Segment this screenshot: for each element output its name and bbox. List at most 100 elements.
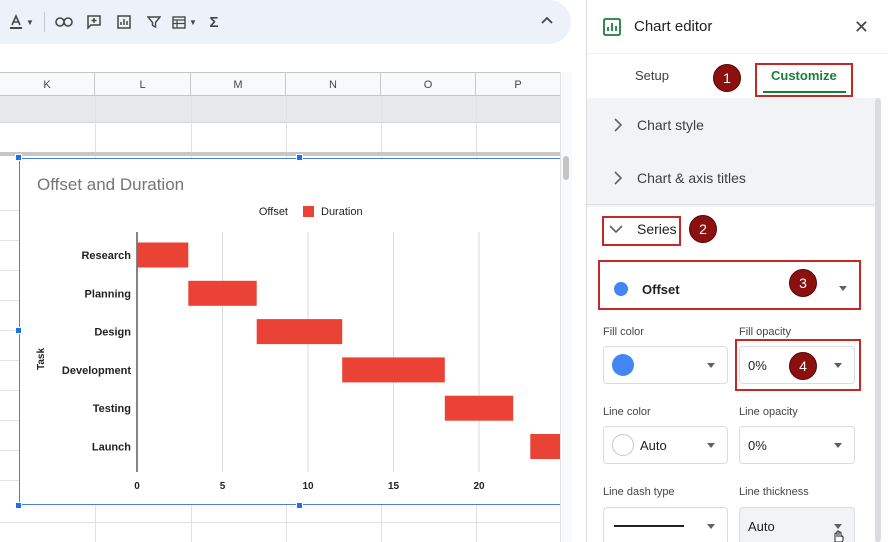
sheet-scrollbar-thumb[interactable] (563, 156, 569, 180)
chart-plot: 051015202TaskResearchPlanningDesignDevel… (36, 206, 560, 492)
toolbar: ▼ ▼ Σ (0, 0, 571, 44)
resize-handle[interactable] (296, 502, 303, 509)
insert-link-button[interactable] (51, 8, 77, 36)
chart-editor-header: Chart editor ✕ (587, 0, 888, 54)
column-header-n[interactable]: N (286, 73, 381, 96)
column-header-row: K L M N O P (0, 72, 560, 96)
filter-views-button[interactable]: ▼ (171, 8, 197, 36)
functions-button[interactable]: Σ (201, 8, 227, 36)
line-dash-dropdown[interactable] (603, 507, 728, 542)
chart-editor-title: Chart editor (634, 18, 713, 35)
line-thickness-label: Line thickness (739, 486, 809, 498)
x-tick-label: 5 (220, 481, 226, 492)
resize-handle[interactable] (15, 327, 22, 334)
insert-chart-button[interactable] (111, 8, 137, 36)
legend-label-duration: Duration (321, 206, 363, 218)
line-color-dropdown[interactable]: Auto (603, 426, 728, 464)
comment-icon (87, 15, 101, 30)
duration-bar (188, 280, 257, 306)
filter-icon (147, 16, 161, 29)
fill-color-label: Fill color (603, 326, 644, 338)
line-opacity-value: 0% (748, 437, 767, 453)
y-tick-label: Launch (92, 442, 131, 454)
column-header-m[interactable]: M (191, 73, 286, 96)
section-label: Chart style (637, 116, 704, 133)
functions-icon: Σ (209, 13, 219, 31)
column-header-p[interactable]: P (476, 73, 560, 96)
tab-setup[interactable]: Setup (635, 68, 669, 83)
y-tick-label: Development (62, 365, 131, 377)
section-chart-style[interactable]: Chart style (587, 98, 875, 151)
offset-bar (137, 434, 530, 459)
editor-scrollbar[interactable] (875, 98, 881, 542)
section-chart-axis-titles[interactable]: Chart & axis titles (587, 152, 875, 205)
duration-bar (137, 242, 189, 268)
legend-label-offset: Offset (259, 206, 288, 218)
chevron-down-icon: ▼ (26, 17, 34, 27)
step-badge: 1 (713, 64, 741, 92)
column-header-o[interactable]: O (381, 73, 476, 96)
collapse-icon (541, 16, 553, 24)
duration-bar (530, 434, 560, 459)
chevron-down-icon: ▼ (189, 17, 197, 27)
chevron-right-icon (614, 117, 623, 132)
link-icon (55, 17, 73, 27)
resize-handle[interactable] (15, 154, 22, 161)
editor-tabs: Setup Customize 1 (587, 54, 888, 98)
duration-bar (342, 357, 445, 383)
chevron-down-icon (707, 363, 715, 368)
y-tick-label: Design (94, 327, 131, 339)
x-tick-label: 10 (302, 481, 314, 492)
y-tick-label: Planning (85, 288, 131, 300)
legend-swatch-duration (303, 206, 314, 217)
offset-bar (137, 281, 188, 306)
text-color-button[interactable]: ▼ (8, 8, 34, 36)
resize-handle[interactable] (15, 502, 22, 509)
duration-bar (256, 319, 343, 345)
collapse-toolbar-button[interactable] (541, 11, 553, 27)
column-header-l[interactable]: L (95, 73, 191, 96)
insert-comment-button[interactable] (81, 8, 107, 36)
line-opacity-label: Line opacity (739, 406, 798, 418)
step-badge: 2 (689, 215, 717, 243)
line-opacity-dropdown[interactable]: 0% (739, 426, 855, 464)
chevron-down-icon (834, 443, 842, 448)
hand-cursor-icon (834, 530, 844, 542)
line-dash-label: Line dash type (603, 486, 675, 498)
frozen-rows-divider[interactable] (0, 152, 560, 156)
close-icon[interactable]: ✕ (854, 17, 869, 38)
step-badge: 4 (789, 352, 817, 380)
series-section: Series 2 Offset 3 Fill color Fill opacit… (587, 207, 875, 542)
line-color-value: Auto (640, 437, 667, 453)
filter-button[interactable] (141, 8, 167, 36)
grid-line (0, 522, 560, 523)
fill-color-dropdown[interactable] (603, 346, 728, 384)
offset-bar (137, 396, 445, 421)
x-tick-label: 0 (134, 481, 140, 492)
text-color-icon (10, 14, 23, 29)
chart-icon (117, 15, 131, 29)
line-thickness-value: Auto (748, 518, 775, 534)
y-axis-label: Task (36, 348, 47, 370)
chart-icon (603, 17, 621, 36)
spreadsheet-area: ▼ ▼ Σ K L M N O P Offset and Duration 0 … (0, 0, 586, 542)
highlight-box (602, 216, 681, 246)
y-tick-label: Testing (93, 403, 131, 415)
step-badge: 3 (789, 269, 817, 297)
column-header-k[interactable]: K (0, 73, 95, 96)
filter-views-icon (172, 16, 186, 29)
fill-opacity-label: Fill opacity (739, 326, 791, 338)
chart-object[interactable]: Offset and Duration 051015202TaskResearc… (19, 158, 560, 505)
chevron-down-icon (707, 443, 715, 448)
sheet-scrollbar[interactable] (560, 72, 572, 542)
line-color-label: Line color (603, 406, 651, 418)
chart-editor-panel: Chart editor ✕ Setup Customize 1 Chart s… (586, 0, 888, 542)
line-dash-preview (614, 525, 684, 527)
chevron-down-icon (707, 524, 715, 529)
offset-bar (137, 357, 342, 382)
resize-handle[interactable] (296, 154, 303, 161)
section-label: Chart & axis titles (637, 170, 746, 186)
highlight-box (598, 260, 861, 310)
x-tick-label: 15 (388, 481, 400, 492)
x-tick-label: 20 (473, 481, 485, 492)
